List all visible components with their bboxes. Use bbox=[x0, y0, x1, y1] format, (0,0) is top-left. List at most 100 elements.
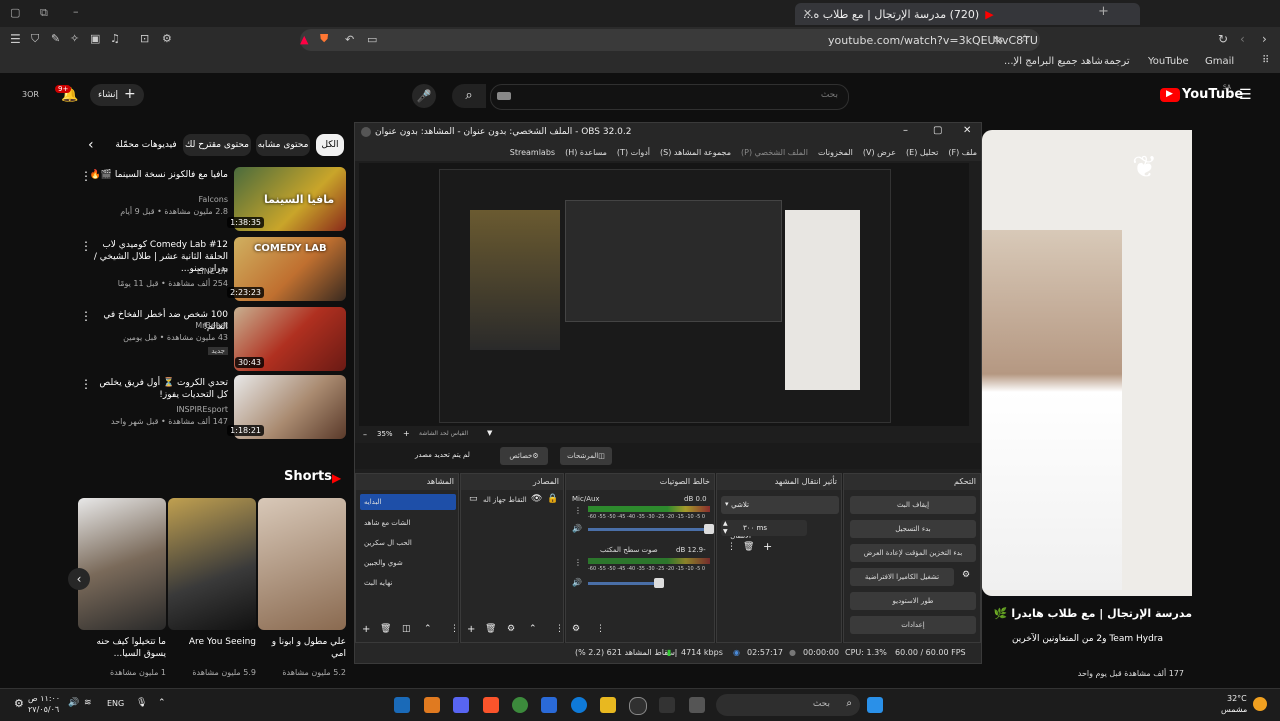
channel-menu-icon[interactable]: ⋮ bbox=[574, 506, 582, 515]
source-up-icon[interactable]: ⌃ bbox=[529, 624, 537, 634]
bookmark-gmail[interactable]: Gmail bbox=[1205, 56, 1234, 67]
filters-button[interactable]: ◫ المرشحات bbox=[560, 447, 612, 465]
volume-slider[interactable] bbox=[588, 582, 658, 585]
source-more-icon[interactable]: ⋮ bbox=[555, 624, 564, 634]
volume-slider[interactable] bbox=[588, 528, 710, 531]
channel-name[interactable]: LINE UP bbox=[197, 267, 228, 276]
scene-item[interactable]: البدايه bbox=[364, 498, 382, 506]
brave-shield-icon[interactable]: ⛊ bbox=[320, 32, 328, 46]
scale-dropdown-icon[interactable]: ▼ bbox=[487, 429, 492, 437]
short-title[interactable]: Are You Seeing bbox=[176, 636, 256, 648]
virtual-camera-settings-icon[interactable]: ⚙ bbox=[962, 570, 970, 580]
mic-icon[interactable]: 🎙 bbox=[136, 698, 147, 708]
channel-menu-icon[interactable]: ⋮ bbox=[574, 558, 582, 567]
bookmark-star-icon[interactable]: ☆ bbox=[1020, 32, 1030, 45]
now-playing-channel[interactable]: Team Hydra و2 من المتعاونين الآخرين bbox=[1012, 634, 1163, 644]
short-thumbnail[interactable] bbox=[168, 498, 256, 630]
address-bar[interactable]: ▲ ⛊ ↶ ▭ youtube.com/watch?v=3kQEUkvC8TU … bbox=[300, 29, 1040, 51]
undo-icon[interactable]: ↶ bbox=[345, 33, 354, 46]
source-item[interactable]: التقاط جهاز اله bbox=[483, 496, 527, 504]
channel-name[interactable]: MrBeast bbox=[195, 321, 228, 330]
account-avatar[interactable]: 3OR bbox=[22, 90, 39, 99]
mixer-settings-icon[interactable]: ⚙ bbox=[572, 624, 580, 634]
extensions-icon[interactable]: ✎ bbox=[51, 32, 60, 45]
short-title[interactable]: ما تتخيلوا كيف حنه يسوق السيا... bbox=[86, 636, 166, 660]
clock-date[interactable]: ٢٧/٠٥/٠٦ bbox=[28, 705, 59, 714]
remove-scene-icon[interactable]: 🗑 bbox=[380, 624, 391, 634]
chips-prev-icon[interactable]: ‹ bbox=[88, 137, 94, 153]
zoom-out-icon[interactable]: – bbox=[363, 430, 367, 439]
bookmark-youtube[interactable]: YouTube bbox=[1148, 56, 1189, 67]
puzzle-icon[interactable]: ⚙ bbox=[162, 32, 172, 45]
transition-more-icon[interactable]: ⋮ bbox=[727, 542, 736, 552]
wifi-icon[interactable]: ≋ bbox=[84, 698, 92, 708]
taskbar-search-input[interactable]: بحث ⌕ bbox=[716, 694, 860, 716]
chrome-icon[interactable] bbox=[512, 697, 528, 713]
cast-icon[interactable]: ▭ bbox=[367, 33, 377, 46]
mixer-more-icon[interactable]: ⋮ bbox=[596, 624, 605, 634]
zoom-in-icon[interactable]: + bbox=[403, 429, 410, 438]
lock-icon[interactable]: 🔒 bbox=[547, 494, 558, 504]
language-indicator[interactable]: ENG bbox=[107, 699, 124, 708]
notification-icon[interactable]: ⚙ bbox=[14, 697, 24, 710]
tab-youtube[interactable]: ▶ (720) مدرسة الإرتجال | مع طلاب ه... ✕ bbox=[795, 3, 1140, 25]
transition-type-select[interactable]: ▾ تلاشي bbox=[721, 496, 839, 514]
menu-streamlabs[interactable]: Streamlabs bbox=[510, 148, 555, 157]
chip-related[interactable]: محتوى مشابه bbox=[256, 134, 310, 156]
tab-search-icon[interactable]: ⧉ bbox=[40, 6, 48, 20]
screenshot-icon[interactable]: ⊡ bbox=[140, 32, 149, 45]
scene-more-icon[interactable]: ⋮ bbox=[450, 624, 459, 634]
list-item[interactable]: 1:18:21 تحدي الكروت ⏳ أول فريق يخلص كل ا… bbox=[80, 375, 346, 439]
search-button-icon[interactable]: ⌕ bbox=[452, 84, 486, 108]
chip-uploads[interactable]: فيديوهات محمّلة bbox=[114, 134, 178, 156]
menu-view[interactable]: عرض (V) bbox=[863, 148, 896, 157]
keyboard-icon[interactable] bbox=[497, 92, 511, 100]
weather-desc[interactable]: مشمس bbox=[1221, 705, 1247, 714]
speaker-icon[interactable]: 🔊 bbox=[572, 578, 582, 587]
guide-menu-icon[interactable]: ☰ bbox=[1239, 87, 1252, 103]
scene-item[interactable]: الحب ال سكرين bbox=[364, 539, 412, 547]
apps-icon[interactable]: ⠿ bbox=[1262, 55, 1269, 66]
channel-name[interactable]: Falcons bbox=[198, 195, 228, 204]
bookmark-translate[interactable]: ترجمة bbox=[1104, 56, 1130, 67]
menu-tools[interactable]: أدوات (T) bbox=[617, 148, 650, 157]
minimize-icon[interactable]: – bbox=[73, 5, 79, 18]
more-options-icon[interactable]: ⋮ bbox=[80, 377, 92, 391]
more-options-icon[interactable]: ⋮ bbox=[80, 239, 92, 253]
more-options-icon[interactable]: ⋮ bbox=[80, 169, 92, 183]
edge-icon[interactable] bbox=[571, 697, 587, 713]
bookmarks-icon[interactable]: ✧ bbox=[70, 32, 79, 45]
remove-source-icon[interactable]: 🗑 bbox=[485, 624, 496, 634]
start-replay-buffer-button[interactable]: بدء التخزين المؤقت لإعادة العرض bbox=[850, 544, 976, 562]
weather-temp[interactable]: 32°C bbox=[1227, 694, 1247, 703]
window-menu-icon[interactable]: ▢ bbox=[10, 6, 20, 19]
menu-scene-collection[interactable]: مجموعة المشاهد (S) bbox=[660, 148, 731, 157]
list-item[interactable]: مافيا السينما 1:38:35 مافيا مع فالكونز ن… bbox=[80, 167, 346, 231]
shield-icon[interactable]: ⛉ bbox=[31, 32, 39, 46]
file-explorer-icon[interactable] bbox=[600, 697, 616, 713]
chip-all[interactable]: الكل bbox=[316, 134, 344, 156]
source-settings-icon[interactable]: ⚙ bbox=[507, 624, 515, 634]
obs-preview[interactable] bbox=[359, 163, 969, 426]
video-title[interactable]: تحدي الكروت ⏳ أول فريق يخلص كل التحديات … bbox=[88, 377, 228, 401]
sidebar-icon[interactable]: ▣ bbox=[90, 32, 100, 45]
obs-taskbar-icon[interactable] bbox=[629, 697, 647, 715]
search-input[interactable]: بحث bbox=[490, 84, 849, 110]
site-settings-icon[interactable]: ⇆ bbox=[994, 33, 1003, 46]
music-icon[interactable]: ♫ bbox=[110, 32, 120, 45]
spin-down-icon[interactable]: ▼ bbox=[723, 528, 728, 535]
more-options-icon[interactable]: ⋮ bbox=[80, 309, 92, 323]
new-tab-icon[interactable]: + bbox=[1098, 4, 1109, 19]
reload-icon[interactable]: ↻ bbox=[1218, 32, 1228, 46]
bookmark-shahid[interactable]: شاهد جميع البرامج الإ... bbox=[1004, 56, 1103, 67]
app-icon[interactable] bbox=[424, 697, 440, 713]
add-source-icon[interactable]: + bbox=[467, 624, 475, 635]
weather-sun-icon[interactable] bbox=[1253, 697, 1267, 711]
volume-icon[interactable]: 🔊 bbox=[68, 698, 79, 708]
menu-file[interactable]: ملف (F) bbox=[948, 148, 977, 157]
settings-button[interactable]: إعدادات bbox=[850, 616, 976, 634]
shorts-prev-icon[interactable]: ‹ bbox=[68, 568, 90, 590]
menu-help[interactable]: مساعدة (H) bbox=[565, 148, 607, 157]
add-transition-icon[interactable]: + bbox=[763, 540, 772, 553]
volume-slider-handle[interactable] bbox=[654, 578, 664, 588]
